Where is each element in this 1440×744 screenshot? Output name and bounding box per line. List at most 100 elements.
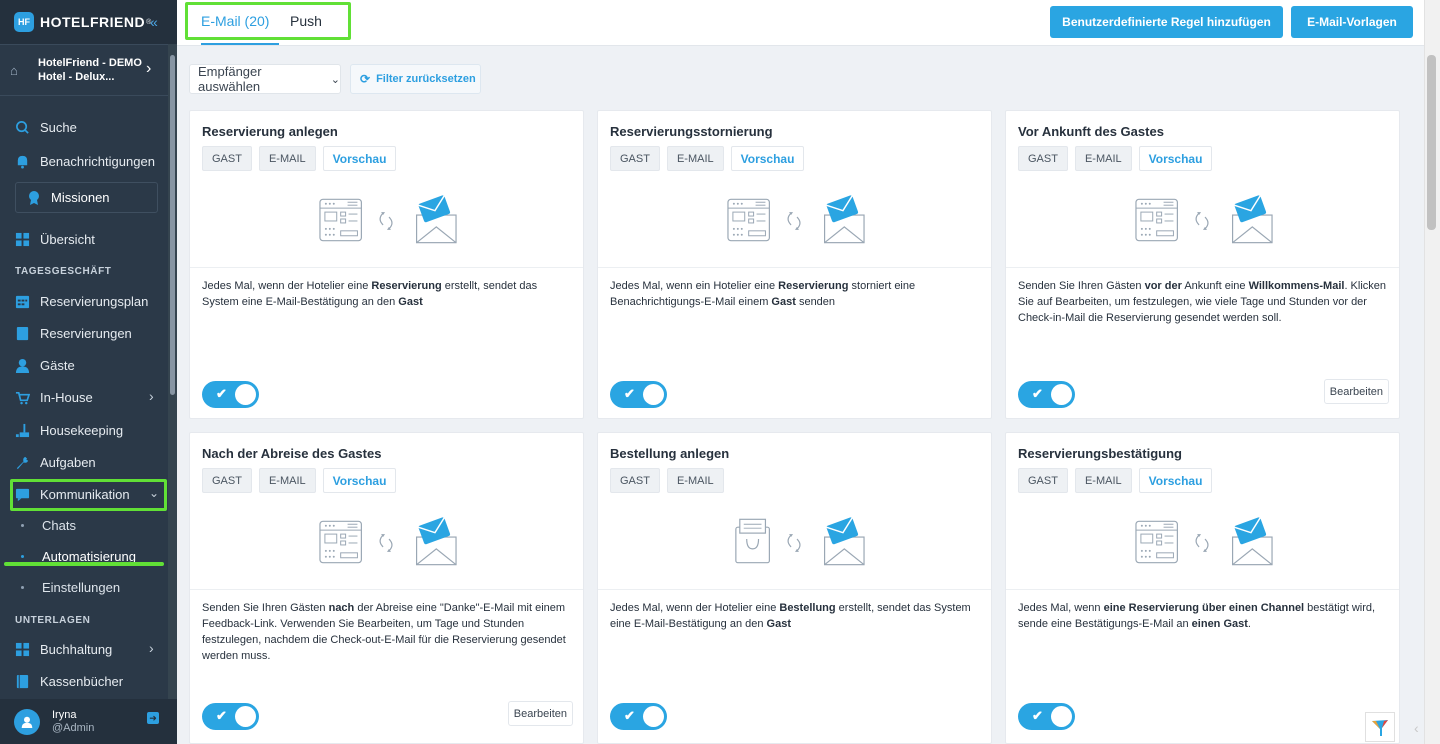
rule-enabled-toggle[interactable]: ✔ (610, 381, 667, 408)
sidebar-item-accounting[interactable]: Buchhaltung › (0, 634, 168, 664)
sidebar-item-reservations[interactable]: Reservierungen (0, 318, 168, 348)
preview-link[interactable]: Vorschau (322, 468, 397, 493)
sidebar-item-tasks[interactable]: Aufgaben (0, 447, 168, 477)
sidebar-item-search[interactable]: Suche (0, 112, 168, 142)
document-icon (16, 326, 29, 340)
description-emphasis: vor der (1144, 280, 1182, 292)
top-bar: E-Mail (20) Push Benutzerdefinierte Rege… (177, 0, 1424, 46)
grid-icon (15, 642, 30, 656)
chevron-right-icon: › (146, 60, 152, 77)
sidebar-item-housekeeping[interactable]: Housekeeping (0, 415, 168, 445)
rule-enabled-toggle[interactable]: ✔ (1018, 381, 1075, 408)
description-emphasis: Gast (766, 618, 792, 630)
toggle-knob (1051, 384, 1072, 405)
sidebar-subitem-settings[interactable]: Einstellungen (0, 573, 168, 601)
calendar-grid-icon (15, 295, 30, 308)
description-emphasis: nach (328, 602, 355, 614)
card-description: Jedes Mal, wenn der Hotelier eine Reserv… (202, 278, 574, 310)
reset-filters-button[interactable]: ⟳ Filter zurücksetzen (350, 64, 481, 94)
sidebar-item-guests[interactable]: Gäste (0, 350, 168, 380)
description-text: Jedes Mal, wenn (1018, 602, 1104, 614)
logout-icon[interactable]: ➜ (147, 712, 159, 724)
user-name: Iryna (52, 709, 77, 721)
reservation-to-email-illustration (319, 195, 457, 244)
edit-button[interactable]: Bearbeiten (1323, 379, 1389, 404)
debug-toolbar-logo[interactable] (1365, 712, 1395, 742)
user-role: @Admin (52, 722, 95, 734)
sidebar-item-label: Übersicht (40, 231, 95, 247)
dashboard-icon (15, 232, 30, 246)
hotel-selector[interactable]: ⌂ HotelFriend - DEMO Hotel - Delux... › (0, 44, 168, 96)
chevron-right-icon: › (149, 388, 154, 404)
collapse-sidebar-icon[interactable]: « (150, 14, 158, 30)
card-tags: GAST E-MAIL Vorschau (202, 468, 397, 493)
sidebar-item-label: In-House (40, 389, 93, 405)
tag-email: E-MAIL (1074, 146, 1132, 171)
tag-guest: GAST (610, 468, 660, 493)
card-tags: GAST E-MAIL (610, 468, 724, 493)
tag-guest: GAST (202, 468, 252, 493)
missions-label: Missionen (51, 190, 110, 205)
sidebar-item-overview[interactable]: Übersicht (0, 224, 168, 254)
bullet-icon (21, 555, 24, 558)
sidebar-item-label: Einstellungen (42, 579, 121, 595)
page-scrollbar-thumb[interactable] (1427, 55, 1436, 230)
sidebar-subitem-chats[interactable]: Chats (0, 511, 168, 539)
card-title: Reservierungsstornierung (610, 124, 773, 139)
user-profile[interactable]: Iryna @Admin ➜ (0, 699, 177, 744)
card-title: Bestellung anlegen (610, 446, 730, 461)
edit-button[interactable]: Bearbeiten (507, 701, 573, 726)
description-text: Jedes Mal, wenn der Hotelier eine (610, 602, 780, 614)
toggle-knob (235, 706, 256, 727)
sidebar-item-inhouse[interactable]: In-House › (0, 382, 168, 412)
yii-logo-icon (1372, 720, 1388, 736)
automation-card: Vor Ankunft des Gastes GAST E-MAIL Vorschau… (1005, 110, 1400, 419)
highlight-underline-automation (4, 562, 164, 566)
card-title: Reservierung anlegen (202, 124, 338, 139)
active-tab-indicator (201, 43, 279, 45)
sidebar-item-label: Gäste (40, 357, 75, 373)
description-emphasis: Willkommens-Mail (1248, 280, 1345, 292)
description-emphasis: Gast (398, 296, 423, 308)
preview-link[interactable]: Vorschau (1138, 146, 1213, 171)
card-description: Jedes Mal, wenn eine Reservierung über e… (1018, 600, 1390, 632)
refresh-icon: ⟳ (360, 72, 371, 86)
rule-enabled-toggle[interactable]: ✔ (1018, 703, 1075, 730)
card-description: Senden Sie Ihren Gästen vor der Ankunft … (1018, 278, 1390, 326)
missions-button[interactable]: Missionen (15, 182, 158, 213)
chevron-left-icon[interactable]: ‹ (1414, 720, 1419, 736)
rule-enabled-toggle[interactable]: ✔ (202, 381, 259, 408)
sidebar-item-cashbooks[interactable]: Kassenbücher (0, 666, 168, 696)
sidebar-item-label: Reservierungsplan (40, 293, 149, 309)
tag-email: E-MAIL (1074, 468, 1132, 493)
preview-link[interactable]: Vorschau (730, 146, 805, 171)
card-divider (190, 589, 583, 590)
tag-email: E-MAIL (666, 468, 724, 493)
bullet-icon (21, 586, 24, 589)
person-icon (15, 358, 30, 373)
sidebar-item-reservation-plan[interactable]: Reservierungsplan (0, 286, 168, 316)
description-emphasis: Reservierung (371, 280, 442, 292)
search-icon (16, 120, 29, 134)
preview-link[interactable]: Vorschau (322, 146, 397, 171)
logo-icon: HF (14, 12, 34, 32)
card-title: Reservierungsbestätigung (1018, 446, 1182, 461)
tag-email: E-MAIL (258, 146, 316, 171)
section-documents: UNTERLAGEN (15, 615, 91, 626)
rule-enabled-toggle[interactable]: ✔ (610, 703, 667, 730)
description-text: Jedes Mal, wenn der Hotelier eine (202, 280, 372, 292)
sidebar-item-notifications[interactable]: Benachrichtigungen (0, 146, 168, 176)
recipient-select[interactable]: Empfänger auswählen ⌄ (189, 64, 341, 94)
rule-enabled-toggle[interactable]: ✔ (202, 703, 259, 730)
checkmark-icon: ✔ (1032, 386, 1043, 401)
chevron-right-icon: › (149, 640, 154, 656)
highlight-communication (10, 479, 167, 511)
sidebar-scrollbar-thumb[interactable] (170, 55, 175, 395)
recipient-select-value: Empfänger auswählen (198, 64, 262, 94)
preview-link[interactable]: Vorschau (1138, 468, 1213, 493)
reset-filters-label: Filter zurücksetzen (376, 73, 476, 85)
email-templates-button[interactable]: E-Mail-Vorlagen (1291, 6, 1413, 38)
automation-card: Nach der Abreise des Gastes GAST E-MAIL Vor… (189, 432, 584, 744)
add-custom-rule-button[interactable]: Benutzerdefinierte Regel hinzufügen (1050, 6, 1283, 38)
reservation-to-email-illustration (727, 195, 865, 244)
